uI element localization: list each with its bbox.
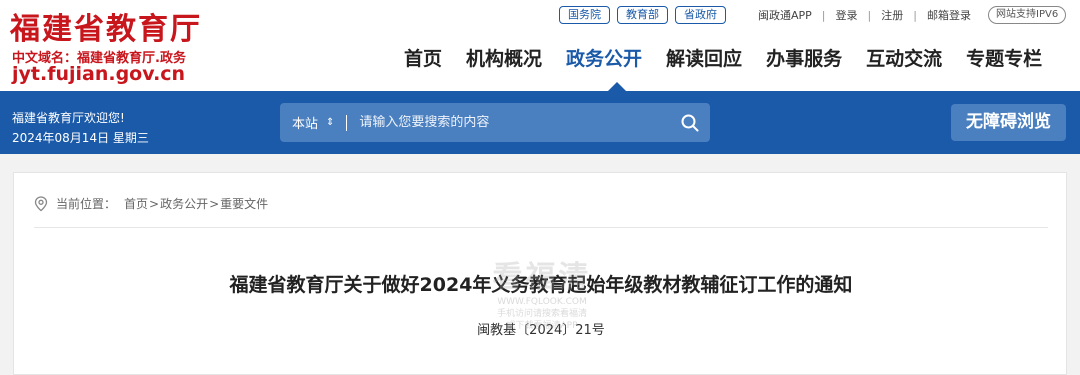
link-ministry-education[interactable]: 教育部 <box>617 6 668 24</box>
ipv6-badge: 网站支持IPV6 <box>988 6 1067 24</box>
nav-government-affairs[interactable]: 政务公开 <box>566 44 642 71</box>
nav-organization[interactable]: 机构概况 <box>466 44 542 71</box>
site-domain-url: jyt.fujian.gov.cn <box>12 63 186 85</box>
article-card: 当前位置： 首页 > 政务公开 > 重要文件 福建省教育厅关于做好2024年义务… <box>13 172 1067 375</box>
search-input[interactable] <box>359 115 670 130</box>
divider: | <box>867 8 872 22</box>
blue-bar: 福建省教育厅欢迎您! 2024年08月14日 星期三 本站 ⇕ 无障碍浏览 <box>0 91 1080 154</box>
nav-interpretation[interactable]: 解读回应 <box>666 44 742 71</box>
nav-home[interactable]: 首页 <box>404 44 442 71</box>
welcome-text: 福建省教育厅欢迎您! <box>12 111 125 125</box>
breadcrumb-label: 当前位置： <box>56 197 117 211</box>
divider <box>346 114 348 131</box>
divider: | <box>913 8 917 22</box>
register-link[interactable]: 注册 <box>881 7 903 23</box>
link-app[interactable]: 闽政通APP <box>758 7 812 23</box>
breadcrumb-separator: > <box>149 196 160 211</box>
search-icon <box>681 114 699 131</box>
location-pin-icon <box>34 195 48 211</box>
main-nav: 首页 机构概况 政务公开 解读回应 办事服务 互动交流 专题专栏 <box>404 44 1042 71</box>
nav-special-topics[interactable]: 专题专栏 <box>966 44 1042 71</box>
active-nav-indicator <box>608 82 626 91</box>
user-links: 闽政通APP | 登录 | 注册 | 邮箱登录 <box>758 7 971 23</box>
search-box: 本站 ⇕ <box>280 103 710 142</box>
breadcrumb-home[interactable]: 首页 <box>124 195 148 212</box>
caret-updown-icon: ⇕ <box>326 117 335 128</box>
mail-login-link[interactable]: 邮箱登录 <box>927 7 971 23</box>
search-button[interactable] <box>670 103 710 142</box>
breadcrumb-government-affairs[interactable]: 政务公开 <box>160 195 208 212</box>
search-scope-select[interactable]: 本站 ⇕ <box>280 113 334 132</box>
nav-interaction[interactable]: 互动交流 <box>866 44 942 71</box>
breadcrumb-separator: > <box>209 196 220 211</box>
accessible-browse-button[interactable]: 无障碍浏览 <box>951 104 1066 141</box>
divider: | <box>821 8 826 22</box>
search-scope-label: 本站 <box>292 117 319 132</box>
article-title: 福建省教育厅关于做好2024年义务教育起始年级教材教辅征订工作的通知 <box>229 274 853 296</box>
divider <box>34 227 1048 228</box>
external-links: 国务院 教育部 省政府 <box>559 6 726 24</box>
current-date: 2024年08月14日 星期三 <box>12 131 149 145</box>
site-logo-title[interactable]: 福建省教育厅 <box>10 4 202 48</box>
nav-services[interactable]: 办事服务 <box>766 44 842 71</box>
welcome-block: 福建省教育厅欢迎您! 2024年08月14日 星期三 <box>12 108 149 148</box>
link-state-council[interactable]: 国务院 <box>559 6 610 24</box>
document-number: 闽教基〔2024〕21号 <box>477 323 605 338</box>
link-provincial-government[interactable]: 省政府 <box>675 6 726 24</box>
breadcrumb: 当前位置： 首页 > 政务公开 > 重要文件 <box>34 195 268 212</box>
login-link[interactable]: 登录 <box>836 7 858 23</box>
site-header: 福建省教育厅 中文域名：福建省教育厅.政务 jyt.fujian.gov.cn … <box>0 0 1080 92</box>
breadcrumb-important-docs[interactable]: 重要文件 <box>220 195 268 212</box>
